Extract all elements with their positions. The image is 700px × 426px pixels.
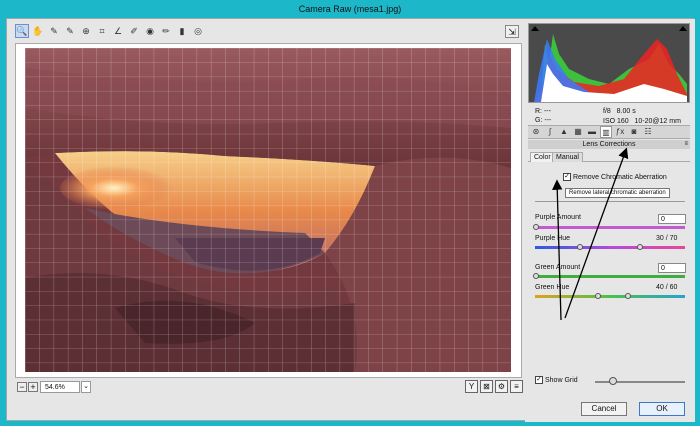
remove-ca-checkbox[interactable]: ✓ xyxy=(563,173,571,181)
purple-amount-label: Purple Amount xyxy=(535,214,581,221)
crop-icon[interactable]: ⌗ xyxy=(95,24,109,38)
hand-icon[interactable]: ✋ xyxy=(31,24,45,38)
green-hue-value: 40 / 60 xyxy=(656,284,678,291)
menu-icon[interactable]: ≡ xyxy=(510,380,523,393)
divider xyxy=(535,201,685,202)
aperture: f/8 xyxy=(603,108,611,115)
green-amount-label: Green Amount xyxy=(535,264,581,271)
panel-menu-icon[interactable]: ≡ xyxy=(684,140,688,149)
before-after-icon[interactable]: ⊠ xyxy=(480,380,493,393)
zoom-dropdown-chevron-icon[interactable]: ⌄ xyxy=(81,381,91,393)
spot-removal-icon[interactable]: ✐ xyxy=(127,24,141,38)
adjustment-panel: R: --- G: --- B: --- f/8 8.00 s ISO 160 … xyxy=(525,19,695,422)
panel-tabs: ⊛ ∫ ▲ ▦ ▬ ▥ ƒx ◙ ☷ xyxy=(528,125,690,139)
red-eye-icon[interactable]: ◉ xyxy=(143,24,157,38)
status-bar: − + 54.6% ⌄ Y ⊠ ⚙ ≡ xyxy=(15,380,523,396)
histogram-svg xyxy=(534,34,687,102)
section-header: Lens Corrections ≡ xyxy=(528,140,690,149)
grid-size-thumb[interactable] xyxy=(609,377,617,385)
tab-hsl-icon[interactable]: ▦ xyxy=(572,126,584,138)
g-value: --- xyxy=(544,117,552,124)
photo xyxy=(25,48,511,372)
ok-button[interactable]: OK xyxy=(639,402,685,416)
filter-icon[interactable]: Y xyxy=(465,380,478,393)
tooltip: Remove lateral chromatic aberration xyxy=(565,188,670,198)
r-value: --- xyxy=(543,108,551,115)
purple-amount-field[interactable]: 0 xyxy=(658,214,686,224)
histogram xyxy=(528,23,690,103)
green-hue-label: Green Hue xyxy=(535,284,570,291)
export-icon[interactable]: ⇲ xyxy=(505,25,519,38)
green-amount-thumb[interactable] xyxy=(533,273,539,279)
tab-effects-icon[interactable]: ƒx xyxy=(614,126,626,138)
graduated-filter-icon[interactable]: ▮ xyxy=(175,24,189,38)
tab-camera-calibration-icon[interactable]: ◙ xyxy=(628,126,640,138)
zoom-in-button[interactable]: + xyxy=(28,382,38,392)
tab-basic-icon[interactable]: ⊛ xyxy=(530,126,542,138)
zoom-icon[interactable]: 🔍 xyxy=(15,24,29,38)
green-amount-field[interactable]: 0 xyxy=(658,263,686,273)
green-hue-low-thumb[interactable] xyxy=(595,293,601,299)
purple-hue-high-thumb[interactable] xyxy=(637,244,643,250)
straighten-icon[interactable]: ∠ xyxy=(111,24,125,38)
color-sampler-icon[interactable]: ✎ xyxy=(63,24,77,38)
lens-subtabs: Color Manual xyxy=(528,152,690,162)
show-grid-row[interactable]: ✓ Show Grid xyxy=(535,376,578,384)
purple-hue-value: 30 / 70 xyxy=(656,235,678,242)
show-grid-label: Show Grid xyxy=(545,376,578,384)
window-title: Camera Raw (mesa1.jpg) xyxy=(298,4,402,14)
photo-svg xyxy=(25,48,511,372)
white-balance-icon[interactable]: ✎ xyxy=(47,24,61,38)
green-amount-track[interactable] xyxy=(535,275,685,278)
iso: ISO 160 xyxy=(603,118,629,125)
subtab-manual[interactable]: Manual xyxy=(552,152,583,162)
tab-tone-curve-icon[interactable]: ∫ xyxy=(544,126,556,138)
tab-presets-icon[interactable]: ☷ xyxy=(642,126,654,138)
camera-raw-window: Camera Raw (mesa1.jpg) 🔍 ✋ ✎ ✎ ⊕ ⌗ ∠ ✐ ◉ ✏ ▮ ◎ ⇲ xyxy=(0,0,700,426)
shutter-speed: 8.00 s xyxy=(616,108,636,115)
cancel-button[interactable]: Cancel xyxy=(581,402,627,416)
target-adjust-icon[interactable]: ⊕ xyxy=(79,24,93,38)
purple-hue-low-thumb[interactable] xyxy=(577,244,583,250)
r-label: R: xyxy=(535,108,542,115)
purple-amount-track[interactable] xyxy=(535,226,685,229)
zoom-level-field[interactable]: 54.6% xyxy=(40,381,80,393)
shadow-clipping-icon[interactable] xyxy=(531,26,539,31)
tool-bar: 🔍 ✋ ✎ ✎ ⊕ ⌗ ∠ ✐ ◉ ✏ ▮ ◎ xyxy=(15,24,205,40)
purple-hue-track[interactable] xyxy=(535,246,685,249)
remove-ca-label: Remove Chromatic Aberration xyxy=(573,173,667,181)
zoom-out-button[interactable]: − xyxy=(17,382,27,392)
green-hue-high-thumb[interactable] xyxy=(625,293,631,299)
tab-detail-icon[interactable]: ▲ xyxy=(558,126,570,138)
image-preview[interactable] xyxy=(15,43,522,378)
show-grid-checkbox[interactable]: ✓ xyxy=(535,376,543,384)
settings-icon[interactable]: ⚙ xyxy=(495,380,508,393)
dialog-client: 🔍 ✋ ✎ ✎ ⊕ ⌗ ∠ ✐ ◉ ✏ ▮ ◎ ⇲ − + 54.6% ⌄ Y … xyxy=(6,18,695,422)
section-title: Lens Corrections xyxy=(582,141,636,148)
tab-split-toning-icon[interactable]: ▬ xyxy=(586,126,598,138)
purple-amount-thumb[interactable] xyxy=(533,224,539,230)
remove-ca-row[interactable]: ✓ Remove Chromatic Aberration xyxy=(563,172,667,182)
g-label: G: xyxy=(535,117,543,124)
tab-lens-corrections-icon[interactable]: ▥ xyxy=(600,126,612,138)
purple-hue-label: Purple Hue xyxy=(535,235,571,242)
highlight-clipping-icon[interactable] xyxy=(679,26,687,31)
adjustment-brush-icon[interactable]: ✏ xyxy=(159,24,173,38)
radial-filter-icon[interactable]: ◎ xyxy=(191,24,205,38)
green-hue-track[interactable] xyxy=(535,295,685,298)
lens: 10-20@12 mm xyxy=(634,118,681,125)
